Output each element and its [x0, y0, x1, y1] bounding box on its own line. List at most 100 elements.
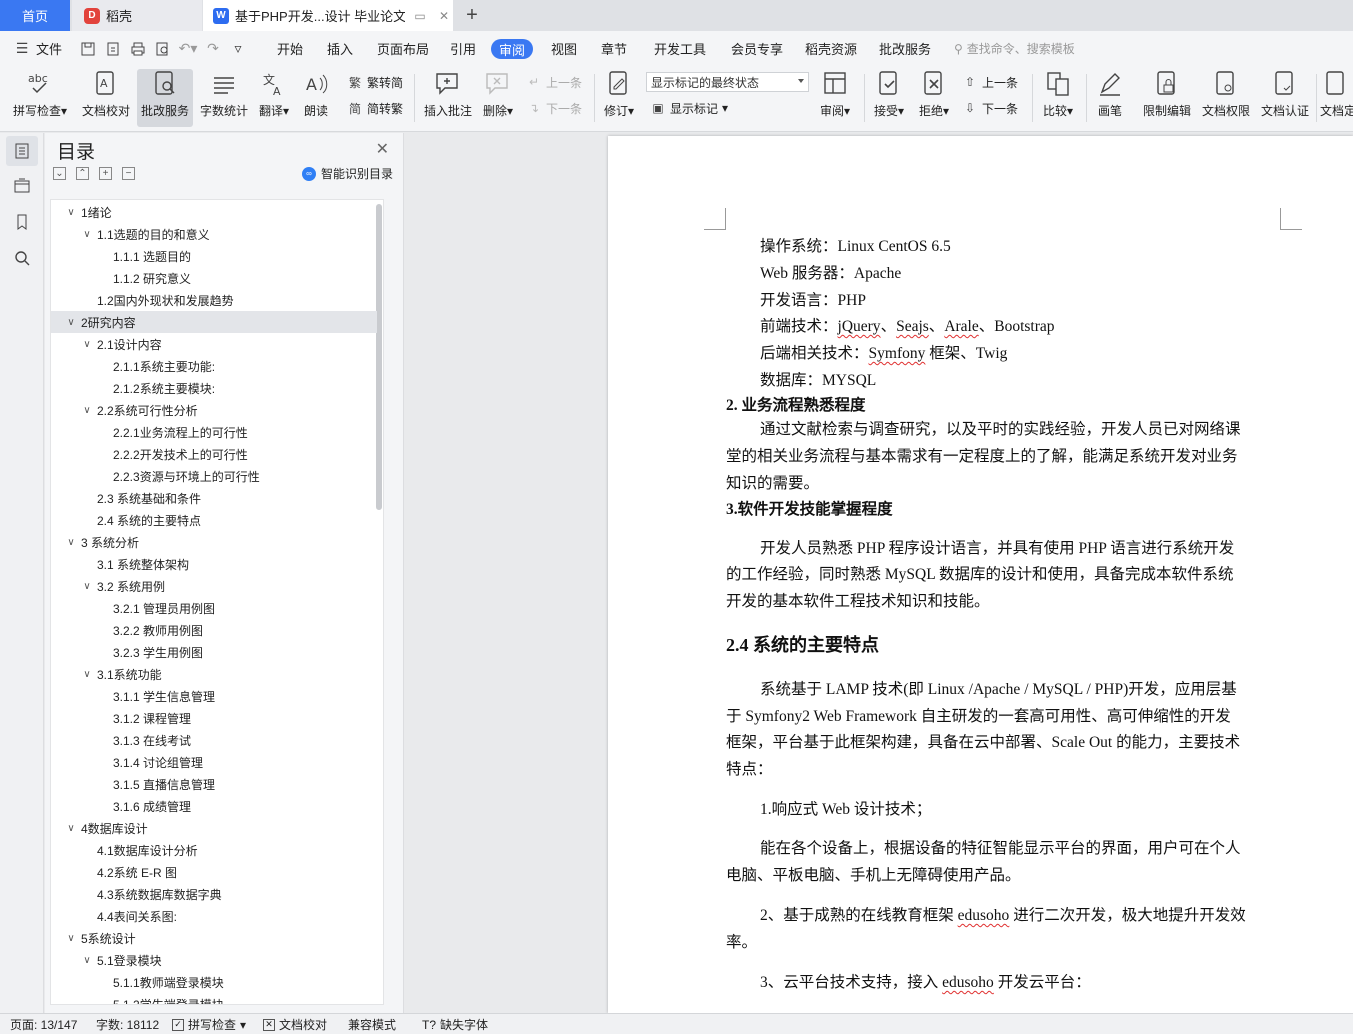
tab-menu-8[interactable]: 会员专享 — [731, 31, 783, 66]
toc-item[interactable]: 5.1.2学生端登录模块 — [51, 993, 377, 1005]
word-count-button[interactable]: 字数统计 — [198, 69, 250, 127]
chevron-down-icon[interactable]: ∨ — [65, 932, 77, 944]
chevron-down-icon[interactable]: ∨ — [81, 580, 93, 592]
toc-item[interactable]: ∨ 1.1选题的目的和意义 — [51, 223, 377, 245]
toc-item[interactable]: 4.1数据库设计分析 — [51, 839, 377, 861]
toc-item[interactable]: 3.1.5 直播信息管理 — [51, 773, 377, 795]
toc-item[interactable]: 2.4 系统的主要特点 — [51, 509, 377, 531]
print-icon[interactable] — [130, 41, 146, 57]
toc-item[interactable]: 2.1.1系统主要功能: — [51, 355, 377, 377]
toc-item[interactable]: 2.3 系统基础和条件 — [51, 487, 377, 509]
tab-menu-9[interactable]: 稻壳资源 — [805, 31, 857, 66]
toc-item[interactable]: 1.1.1 选题目的 — [51, 245, 377, 267]
document-page[interactable]: 操作系统：Linux CentOS 6.5 Web 服务器：Apache 开发语… — [608, 136, 1353, 1013]
simp-to-trad-button[interactable]: 简 简转繁 — [347, 98, 403, 118]
toc-item[interactable]: 3.1.4 讨论组管理 — [51, 751, 377, 773]
tab-document[interactable]: W 基于PHP开发...设计 毕业论文 ▭ ✕ — [203, 0, 453, 31]
insert-comment-button[interactable]: 插入批注 — [422, 69, 474, 127]
track-changes-button[interactable]: 修订▾ — [600, 69, 638, 127]
redo-icon[interactable]: ↷ — [205, 40, 221, 57]
new-tab-button[interactable]: + — [458, 0, 486, 31]
toc-item[interactable]: 2.2.1业务流程上的可行性 — [51, 421, 377, 443]
trad-to-simp-button[interactable]: 繁 繁转简 — [347, 72, 403, 92]
reject-button[interactable]: 拒绝▾ — [915, 69, 953, 127]
chevron-down-icon[interactable]: ∨ — [81, 404, 93, 416]
translate-button[interactable]: 文A 翻译▾ — [256, 69, 292, 127]
pen-button[interactable]: 画笔 — [1092, 69, 1128, 127]
toc-item[interactable]: 3.1.3 在线考试 — [51, 729, 377, 751]
correction-service-button[interactable]: 批改服务 — [137, 69, 193, 127]
toc-item[interactable]: ∨ 4数据库设计 — [51, 817, 377, 839]
toc-item[interactable]: ∨ 5.1登录模块 — [51, 949, 377, 971]
toc-item[interactable]: 3.2.3 学生用例图 — [51, 641, 377, 663]
word-count-indicator[interactable]: 字数: 18112 — [96, 1016, 159, 1033]
spell-check-toggle[interactable]: ✓ 拼写检查 ▾ — [172, 1016, 246, 1033]
chevron-down-icon[interactable]: ∨ — [65, 206, 77, 218]
toc-item[interactable]: 3.1.6 成绩管理 — [51, 795, 377, 817]
tab-close-icon[interactable]: ✕ — [435, 7, 453, 25]
remove-heading-icon[interactable]: − — [122, 167, 135, 180]
read-aloud-button[interactable]: A 朗读 — [298, 69, 334, 127]
chevron-down-icon[interactable]: ∨ — [65, 316, 77, 328]
toc-item[interactable]: 4.3系统数据库数据字典 — [51, 883, 377, 905]
tab-menu-6[interactable]: 章节 — [601, 31, 627, 66]
chevron-down-icon[interactable]: ∨ — [65, 536, 77, 548]
toc-item[interactable]: 1.2国内外现状和发展趋势 — [51, 289, 377, 311]
document-proofread-button[interactable]: A 文档校对 — [78, 69, 134, 127]
close-icon[interactable]: ✕ — [376, 139, 389, 159]
next-comment-button[interactable]: ↴ 下一条 — [526, 98, 582, 118]
document-certify-button[interactable]: 文档认证 — [1258, 69, 1312, 127]
document-more-button[interactable]: 文档定 — [1320, 69, 1353, 127]
chevron-down-icon[interactable]: ∨ — [65, 822, 77, 834]
accept-button[interactable]: 接受▾ — [870, 69, 908, 127]
markup-display-select[interactable]: 显示标记的最终状态 — [646, 72, 809, 92]
toc-item[interactable]: 3.2.1 管理员用例图 — [51, 597, 377, 619]
command-search[interactable]: ⚲ 查找命令、搜索模板 — [954, 31, 1075, 66]
tab-menu-2[interactable]: 页面布局 — [377, 31, 429, 66]
toc-item[interactable]: ∨ 1绪论 — [51, 201, 377, 223]
chapter-nav-icon[interactable] — [6, 171, 38, 201]
save-icon[interactable] — [80, 41, 96, 57]
chevron-down-icon[interactable]: ∨ — [81, 338, 93, 350]
toc-item[interactable]: ∨ 3.2 系统用例 — [51, 575, 377, 597]
tab-menu-7[interactable]: 开发工具 — [654, 31, 706, 66]
search-icon[interactable] — [6, 243, 38, 273]
tab-menu-3[interactable]: 引用 — [450, 31, 476, 66]
show-markup-button[interactable]: ▣ 显示标记 ▾ — [650, 98, 728, 118]
tab-daoke[interactable]: D 稻壳 — [72, 0, 202, 31]
tab-menu-5[interactable]: 视图 — [551, 31, 577, 66]
tab-menu-1[interactable]: 插入 — [327, 31, 353, 66]
chevron-down-icon[interactable]: ∨ — [81, 954, 93, 966]
review-pane-button[interactable]: 审阅▾ — [815, 69, 855, 127]
toc-item[interactable]: ∨ 3 系统分析 — [51, 531, 377, 553]
spell-check-button[interactable]: abc 拼写检查▾ — [10, 69, 70, 127]
restrict-editing-button[interactable]: 限制编辑 — [1140, 69, 1194, 127]
tab-menu-10[interactable]: 批改服务 — [879, 31, 931, 66]
prev-comment-button[interactable]: ↵ 上一条 — [526, 72, 582, 92]
tab-menu-0[interactable]: 开始 — [277, 31, 303, 66]
toc-item[interactable]: 3.1.2 课程管理 — [51, 707, 377, 729]
smart-toc-button[interactable]: ∞ 智能识别目录 — [301, 165, 393, 182]
proofread-toggle[interactable]: ✕ 文档校对 — [263, 1016, 327, 1033]
collapse-all-icon[interactable]: ⌄ — [53, 167, 66, 180]
tab-menu-4[interactable]: 审阅 — [491, 39, 534, 59]
tab-home[interactable]: 首页 — [0, 0, 70, 31]
toc-item[interactable]: 3.1.1 学生信息管理 — [51, 685, 377, 707]
customize-toolbar-icon[interactable]: ▿ — [230, 40, 246, 57]
print-preview-icon[interactable] — [155, 41, 171, 57]
compare-button[interactable]: 比较▾ — [1038, 69, 1078, 127]
toc-panel-icon[interactable] — [6, 136, 38, 166]
document-rights-button[interactable]: 文档权限 — [1199, 69, 1253, 127]
missing-font-button[interactable]: T? 缺失字体 — [422, 1016, 488, 1033]
next-change-button[interactable]: ⇩ 下一条 — [962, 98, 1018, 118]
export-icon[interactable] — [105, 41, 121, 57]
toc-item[interactable]: ∨ 2.2系统可行性分析 — [51, 399, 377, 421]
toc-item[interactable]: 2.2.2开发技术上的可行性 — [51, 443, 377, 465]
prev-change-button[interactable]: ⇧ 上一条 — [962, 72, 1018, 92]
chevron-down-icon[interactable]: ∨ — [81, 228, 93, 240]
toc-item[interactable]: 2.1.2系统主要模块: — [51, 377, 377, 399]
tab-window-icon[interactable]: ▭ — [411, 7, 429, 25]
file-menu[interactable]: ☰ 文件 — [14, 31, 62, 66]
bookmark-icon[interactable] — [6, 207, 38, 237]
toc-item[interactable]: ∨ 2研究内容 — [51, 311, 377, 333]
